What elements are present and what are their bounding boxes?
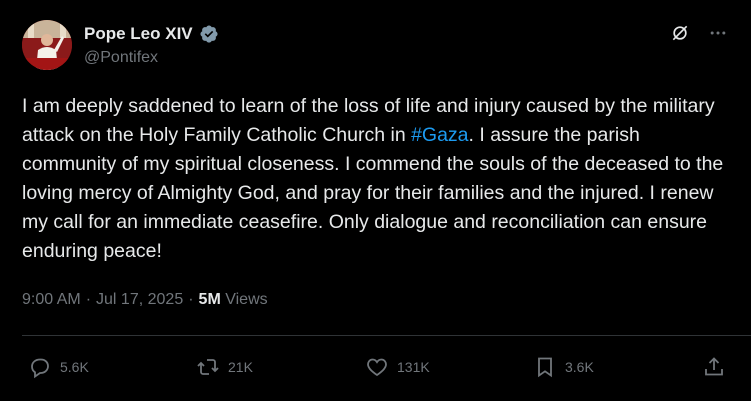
reply-count: 5.6K (60, 359, 89, 375)
repost-count: 21K (228, 359, 253, 375)
author-handle[interactable]: @Pontifex (84, 49, 158, 67)
views-count: 5M (198, 291, 221, 308)
top-actions (669, 22, 729, 44)
heart-icon (367, 358, 387, 377)
post-meta: 9:00 AM · Jul 17, 2025 · 5M Views (22, 291, 268, 309)
divider (22, 335, 751, 336)
bookmark-icon (538, 357, 552, 378)
post-text: I am deeply saddened to learn of the los… (22, 92, 732, 266)
repost-button[interactable]: 21K (196, 355, 253, 379)
grok-icon[interactable] (669, 22, 691, 44)
bookmark-count: 3.6K (565, 359, 594, 375)
bookmark-button[interactable]: 3.6K (533, 355, 594, 379)
reply-button[interactable]: 5.6K (28, 355, 89, 379)
post-date[interactable]: Jul 17, 2025 (96, 291, 183, 309)
views[interactable]: 5M Views (199, 291, 268, 309)
author-name[interactable]: Pope Leo XIV (84, 24, 193, 44)
verified-badge-icon (199, 24, 219, 44)
hashtag-link[interactable]: #Gaza (411, 124, 468, 146)
meta-separator: · (85, 291, 92, 308)
repost-icon (197, 359, 219, 375)
post-time[interactable]: 9:00 AM (22, 291, 81, 309)
more-options-icon[interactable] (707, 22, 729, 44)
views-label: Views (225, 291, 268, 308)
meta-separator: · (188, 291, 194, 308)
like-button[interactable]: 131K (365, 355, 430, 379)
author-name-row: Pope Leo XIV (84, 24, 219, 44)
reply-icon (31, 358, 49, 379)
post: Pope Leo XIV @Pontifex I am deeply sadde… (0, 0, 751, 401)
share-button[interactable] (702, 355, 726, 379)
like-count: 131K (397, 359, 430, 375)
avatar[interactable] (22, 20, 72, 70)
action-bar: 5.6K 21K 131K 3.6K (28, 355, 728, 381)
share-icon (705, 357, 723, 376)
